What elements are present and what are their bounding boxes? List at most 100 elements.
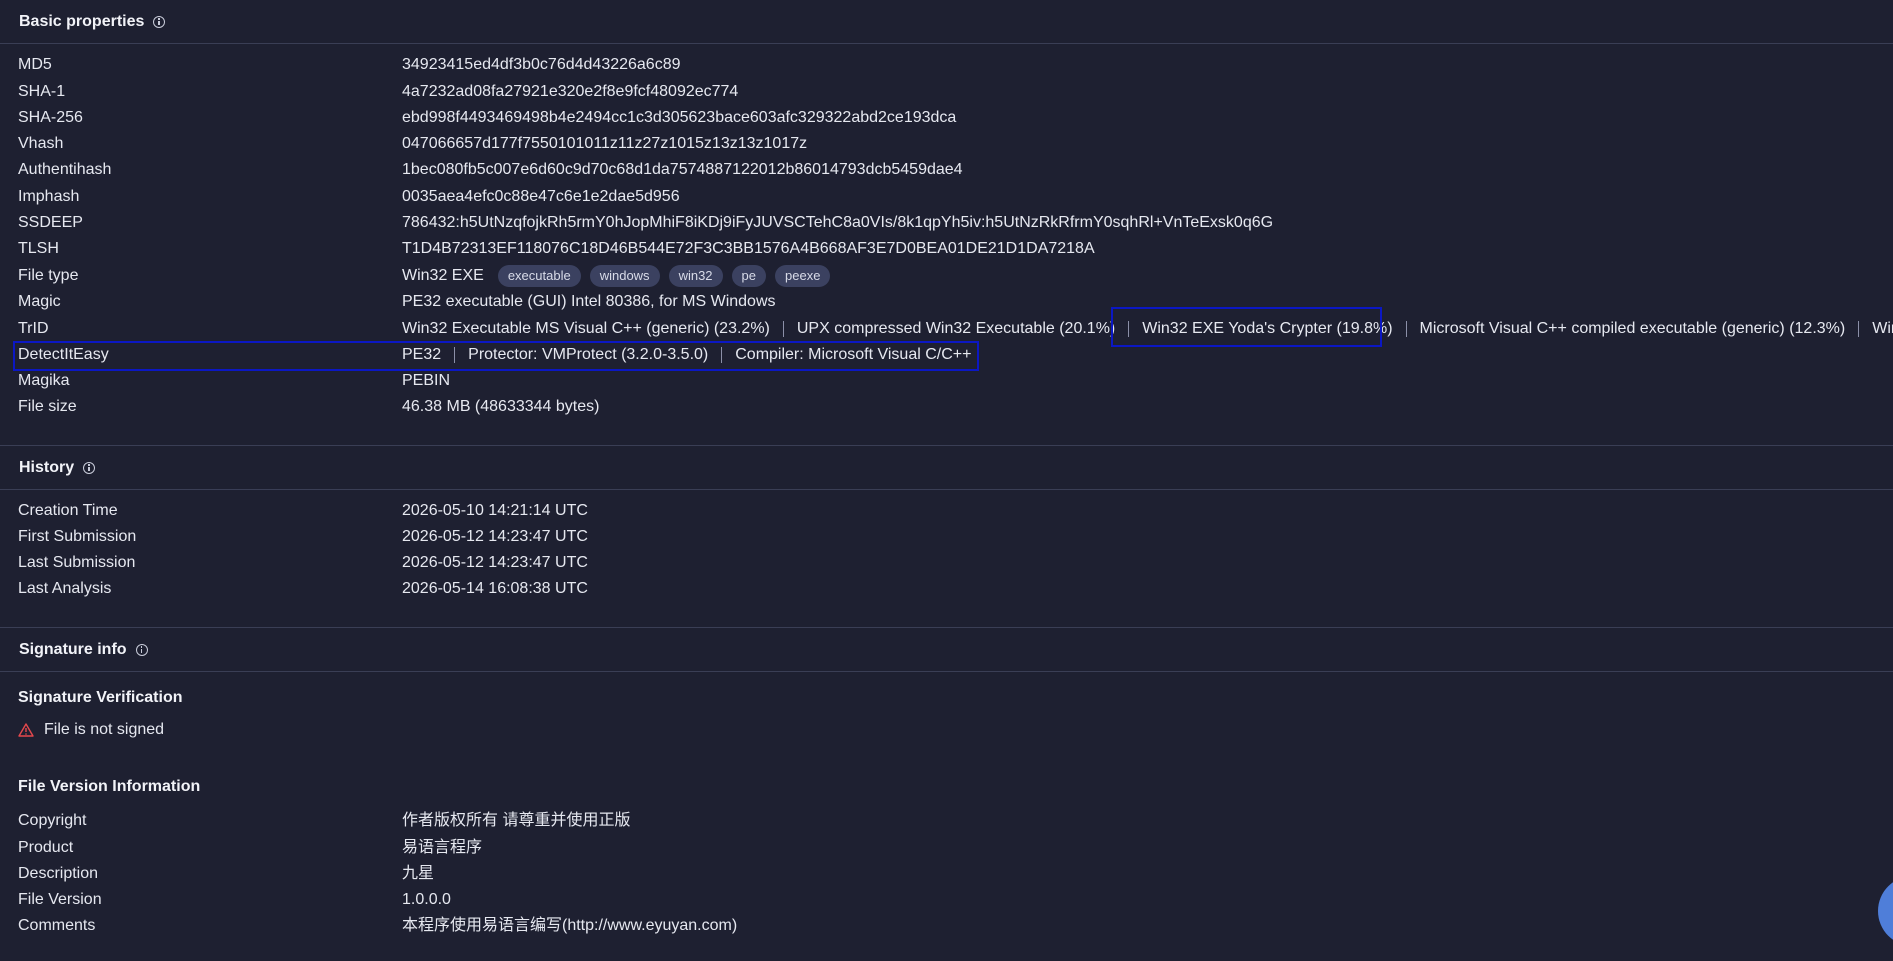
property-row-md5: MD5 34923415ed4df3b0c76d4d43226a6c89 [0, 52, 1893, 78]
property-row-magic: Magic PE32 executable (GUI) Intel 80386,… [0, 289, 1893, 315]
file-type-tag[interactable]: win32 [668, 265, 723, 287]
file-version-label: Description [18, 865, 99, 882]
separator [454, 347, 456, 363]
signature-info-title: Signature info [19, 640, 127, 658]
file-version-label: File Version [18, 891, 102, 908]
separator [721, 347, 723, 363]
property-row-ssdeep: SSDEEP 786432:h5UtNzqfojkRh5rmY0hJopMhiF… [0, 210, 1893, 236]
file-version-row-product: Product 易语言程序 [0, 835, 1893, 861]
property-label: Authentihash [18, 161, 112, 178]
history-header: History [0, 446, 1893, 490]
file-type-tag[interactable]: windows [589, 265, 660, 287]
trid-item: Win32 Executable MS Visual C++ (generic)… [402, 320, 770, 337]
trid-item-highlighted: Win32 EXE Yoda's Crypter (19.8%) [1142, 320, 1393, 337]
property-row-sha1: SHA-1 4a7232ad08fa27921e320e2f8e9fcf4809… [0, 79, 1893, 105]
property-row-detectiteasy: DetectItEasy PE32 Protector: VMProtect (… [0, 342, 1893, 368]
history-row-first-submission: First Submission 2026-05-12 14:23:47 UTC [0, 524, 1893, 550]
signature-info-header: Signature info [0, 628, 1893, 672]
property-label: Magic [18, 293, 61, 310]
file-type-text: Win32 EXE [402, 267, 484, 284]
file-version-label: Comments [18, 917, 96, 934]
property-row-file-size: File size 46.38 MB (48633344 bytes) [0, 394, 1893, 420]
property-row-tlsh: TLSH T1D4B72313EF118076C18D46B544E72F3C3… [0, 236, 1893, 262]
history-value: 2026-05-14 16:08:38 UTC [402, 580, 588, 597]
history-row-creation-time: Creation Time 2026-05-10 14:21:14 UTC [0, 498, 1893, 524]
file-version-value: 作者版权所有 请尊重并使用正版 [402, 812, 631, 829]
separator [1128, 321, 1130, 337]
property-value: 0035aea4efc0c88e47c6e1e2dae5d956 [402, 188, 680, 205]
property-value: 047066657d177f7550101011z11z27z1015z13z1… [402, 135, 808, 152]
property-value: T1D4B72313EF118076C18D46B544E72F3C3BB157… [402, 240, 1095, 257]
history-title: History [19, 458, 75, 476]
history-value: 2026-05-10 14:21:14 UTC [402, 502, 588, 519]
info-icon[interactable] [83, 461, 96, 474]
property-value: ebd998f4493469498b4e2494cc1c3d305623bace… [402, 109, 957, 126]
file-type-tag[interactable]: executable [497, 265, 581, 287]
property-label: TrID [18, 320, 49, 337]
trid-item: Win3… [1872, 320, 1893, 337]
separator [782, 321, 784, 337]
info-icon[interactable] [153, 15, 166, 28]
history-value: 2026-05-12 14:23:47 UTC [402, 554, 588, 571]
signature-status: File is not signed [18, 721, 164, 739]
trid-item: UPX compressed Win32 Executable (20.1%) [796, 320, 1116, 337]
property-value: 1bec080fb5c007e6d60c9d70c68d1da757488712… [402, 161, 963, 178]
file-version-row-file-version: File Version 1.0.0.0 [0, 887, 1893, 913]
property-value: 4a7232ad08fa27921e320e2f8e9fcf48092ec774 [402, 83, 739, 100]
file-version-label: Product [18, 839, 74, 856]
separator [1858, 321, 1860, 337]
file-version-row-copyright: Copyright 作者版权所有 请尊重并使用正版 [0, 808, 1893, 834]
history-value: 2026-05-12 14:23:47 UTC [402, 528, 588, 545]
property-label: TLSH [18, 240, 59, 257]
property-label: Magika [18, 372, 70, 389]
property-label: SSDEEP [18, 214, 83, 231]
die-item: Protector: VMProtect (3.2.0-3.5.0) [468, 346, 709, 363]
property-row-sha256: SHA-256 ebd998f4493469498b4e2494cc1c3d30… [0, 105, 1893, 131]
info-icon[interactable] [135, 643, 148, 656]
property-label: SHA-256 [18, 109, 83, 126]
die-item: Compiler: Microsoft Visual C/C++ [735, 346, 972, 363]
separator [1405, 321, 1407, 337]
file-version-heading: File Version Information [18, 778, 201, 795]
basic-properties-header: Basic properties [0, 0, 1893, 44]
property-label: Imphash [18, 188, 80, 205]
detectiteasy-values: PE32 Protector: VMProtect (3.2.0-3.5.0) … [402, 342, 971, 368]
property-value: 786432:h5UtNzqfojkRh5rmY0hJopMhiF8iKDj9i… [402, 214, 1274, 231]
file-version-value: 九星 [402, 865, 435, 882]
history-label: First Submission [18, 528, 137, 545]
trid-item: Microsoft Visual C++ compiled executable… [1419, 320, 1846, 337]
property-label: MD5 [18, 56, 52, 73]
history-label: Creation Time [18, 502, 118, 519]
warning-icon [18, 723, 34, 737]
history-label: Last Analysis [18, 580, 112, 597]
property-label: File type [18, 267, 79, 284]
signature-verification-heading: Signature Verification [18, 689, 183, 706]
property-label: File size [18, 398, 77, 415]
property-value: 46.38 MB (48633344 bytes) [402, 398, 600, 415]
property-row-imphash: Imphash 0035aea4efc0c88e47c6e1e2dae5d956 [0, 184, 1893, 210]
property-label: Vhash [18, 135, 64, 152]
property-row-trid: TrID Win32 Executable MS Visual C++ (gen… [0, 316, 1893, 342]
file-version-value: 1.0.0.0 [402, 891, 451, 908]
file-type-tag[interactable]: pe [731, 265, 766, 287]
file-type-tag[interactable]: peexe [775, 265, 831, 287]
trid-values: Win32 Executable MS Visual C++ (generic)… [402, 316, 1893, 342]
file-version-value: 易语言程序 [402, 839, 483, 856]
file-type-value: Win32 EXE executable windows win32 pe pe… [402, 263, 831, 289]
history-label: Last Submission [18, 554, 136, 571]
property-label: DetectItEasy [18, 346, 109, 363]
property-value: 34923415ed4df3b0c76d4d43226a6c89 [402, 56, 681, 73]
file-details-page: Basic properties MD5 34923415ed4df3b0c76… [0, 0, 1893, 961]
property-row-authentihash: Authentihash 1bec080fb5c007e6d60c9d70c68… [0, 157, 1893, 183]
property-value: PEBIN [402, 372, 451, 389]
basic-properties-title: Basic properties [19, 12, 145, 30]
property-row-vhash: Vhash 047066657d177f7550101011z11z27z101… [0, 131, 1893, 157]
history-row-last-submission: Last Submission 2026-05-12 14:23:47 UTC [0, 550, 1893, 576]
property-row-file-type: File type Win32 EXE executable windows w… [0, 263, 1893, 289]
file-version-row-comments: Comments 本程序使用易语言编写(http://www.eyuyan.co… [0, 913, 1893, 939]
property-value: PE32 executable (GUI) Intel 80386, for M… [402, 293, 776, 310]
property-row-magika: Magika PEBIN [0, 368, 1893, 394]
die-item: PE32 [402, 346, 442, 363]
file-version-label: Copyright [18, 812, 87, 829]
signature-status-text: File is not signed [44, 721, 165, 738]
